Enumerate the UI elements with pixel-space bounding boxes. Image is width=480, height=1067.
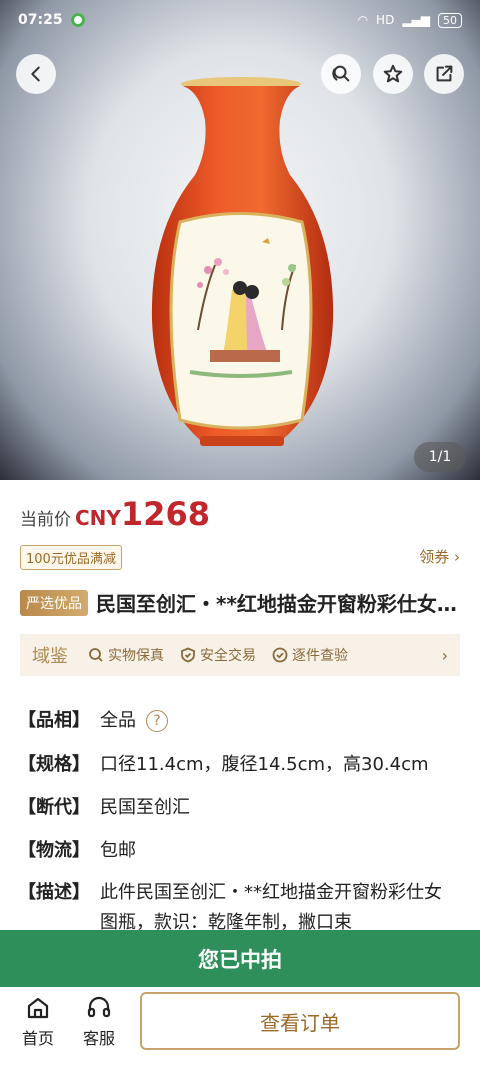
assurance-inspect: 逐件查验: [272, 645, 348, 665]
assurance-secure: 安全交易: [180, 645, 256, 665]
spec-value: 包邮: [100, 840, 136, 861]
spec-value: 民国至创汇: [100, 797, 190, 818]
shield-icon: [181, 647, 195, 663]
spec-period: 【断代】 民国至创汇: [18, 793, 445, 823]
assurance-authentic: 实物保真: [88, 645, 164, 665]
product-detail-page: 07:25 ◠ HD ▂▄▆ 50 1/1 当前价 CNY 1268 100元优…: [0, 0, 480, 1067]
favorite-button[interactable]: [373, 54, 413, 94]
assurance-label: 逐件查验: [292, 648, 348, 664]
price-row: 当前价 CNY 1268: [20, 495, 210, 533]
price-value: 1268: [120, 495, 210, 533]
headset-icon: [87, 996, 111, 1018]
search-similar-icon: [332, 65, 350, 82]
search-similar-button[interactable]: [321, 54, 361, 94]
auction-won-banner: 您已中拍: [0, 930, 480, 987]
assurance-label: 实物保真: [108, 648, 164, 664]
claim-coupon-link[interactable]: 领券 ›: [419, 546, 460, 567]
spec-condition: 【品相】 全品?: [18, 706, 445, 736]
spec-key: 【规格】: [18, 754, 90, 775]
spec-description: 【描述】 此件民国至创汇・**红地描金开窗粉彩仕女图瓶，款识：乾隆年制，撇口束: [18, 878, 445, 938]
spec-key: 【品相】: [18, 710, 90, 731]
product-title: 民国至创汇・**红地描金开窗粉彩仕女图瓶: [96, 592, 460, 616]
status-time: 07:25: [18, 12, 63, 28]
check-circle-icon: [272, 647, 288, 663]
spec-value: 口径11.4cm，腹径14.5cm，高30.4cm: [100, 754, 429, 775]
bottom-bar: 首页 客服 查看订单: [0, 987, 480, 1067]
price-label: 当前价: [20, 510, 71, 530]
back-button[interactable]: [16, 54, 56, 94]
battery-icon: 50: [438, 12, 462, 28]
search-icon: [89, 648, 103, 662]
signal-icon: ▂▄▆: [402, 13, 430, 27]
home-label: 首页: [21, 1029, 54, 1048]
app-notification-icon: [70, 13, 85, 27]
network-label: HD: [376, 13, 395, 27]
spec-value: 全品: [100, 710, 136, 731]
spec-key: 【描述】: [18, 882, 90, 903]
status-bar: 07:25 ◠ HD ▂▄▆ 50: [0, 0, 480, 40]
chevron-right-icon: ›: [441, 645, 448, 665]
service-label: 客服: [82, 1029, 115, 1048]
spec-value: 此件民国至创汇・**红地描金开窗粉彩仕女图瓶，款识：乾隆年制，撇口束: [100, 882, 442, 933]
spec-key: 【物流】: [18, 840, 90, 861]
share-button[interactable]: [424, 54, 464, 94]
wifi-icon: ◠: [357, 13, 369, 27]
share-icon: [436, 65, 453, 82]
selection-badge: 严选优品: [20, 589, 88, 616]
product-image-gallery[interactable]: 07:25 ◠ HD ▂▄▆ 50 1/1: [0, 0, 480, 480]
star-icon: [383, 64, 403, 83]
assurance-label: 安全交易: [200, 648, 256, 664]
view-order-button[interactable]: 查看订单: [140, 992, 460, 1050]
help-icon[interactable]: ?: [146, 710, 168, 732]
home-icon: [27, 997, 49, 1019]
spec-size: 【规格】 口径11.4cm，腹径14.5cm，高30.4cm: [18, 750, 445, 780]
image-counter: 1/1: [414, 442, 466, 472]
spec-key: 【断代】: [18, 797, 90, 818]
chevron-left-icon: [31, 66, 40, 82]
status-icons: ◠ HD ▂▄▆ 50: [357, 12, 462, 28]
assurance-logo: 域鉴: [32, 646, 68, 667]
coupon-tag: 100元优品满减: [20, 545, 122, 570]
home-button[interactable]: 首页: [13, 995, 63, 1049]
price-currency: CNY: [75, 506, 121, 530]
assurance-bar[interactable]: 域鉴 实物保真 安全交易 逐件查验 ›: [20, 634, 460, 676]
customer-service-button[interactable]: 客服: [74, 995, 124, 1049]
spec-shipping: 【物流】 包邮: [18, 836, 445, 866]
product-title-row: 严选优品 民国至创汇・**红地描金开窗粉彩仕女图瓶: [20, 588, 460, 617]
